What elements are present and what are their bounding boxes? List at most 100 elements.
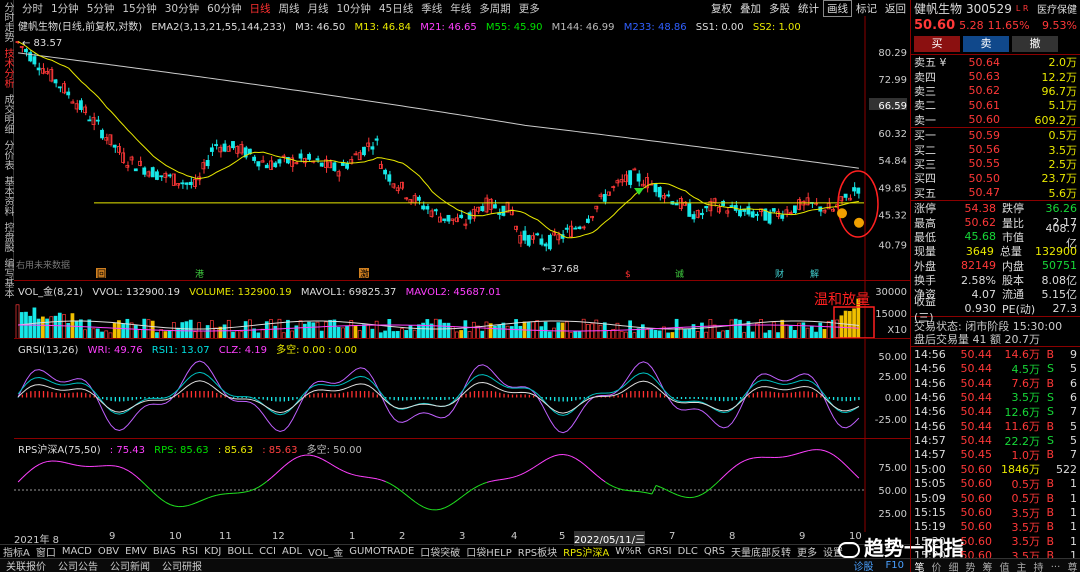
quote-tab[interactable]: 值 bbox=[996, 559, 1013, 572]
quote-tab[interactable]: 尊 bbox=[1064, 559, 1080, 572]
indicator-tab[interactable]: GRSI bbox=[645, 546, 675, 557]
indicator-tab[interactable]: 口袋突破 bbox=[417, 544, 463, 559]
period-tab[interactable]: 年线 bbox=[446, 1, 475, 16]
quote-tab[interactable]: 筹 bbox=[979, 559, 996, 572]
indicator-tab[interactable]: 指标A bbox=[0, 544, 33, 559]
toolbar-button[interactable]: 画线 bbox=[823, 0, 852, 17]
indicator-tab[interactable]: GUMOTRADE bbox=[346, 546, 417, 557]
toolbar-button[interactable]: 标记 bbox=[852, 1, 881, 16]
period-tab[interactable]: 1分钟 bbox=[47, 1, 83, 16]
kline-chart[interactable]: 80.29 72.99 66.59 60.32 54.84 49.85 45.32 40.79… bbox=[14, 16, 910, 280]
stat-value: 82149 bbox=[961, 259, 996, 273]
candle-body bbox=[666, 194, 671, 197]
cancel-order-button[interactable]: 撤 bbox=[1012, 36, 1058, 52]
toolbar-button[interactable]: 返回 bbox=[881, 1, 910, 16]
status-link[interactable]: 公司新闻 bbox=[104, 558, 156, 572]
volume-bar bbox=[19, 312, 24, 339]
indicator-tab[interactable]: OBV bbox=[95, 546, 122, 557]
left-tab[interactable]: 成交明细 bbox=[0, 92, 14, 136]
indicator-tab[interactable]: KDJ bbox=[201, 546, 224, 557]
quote-tab[interactable]: 价 bbox=[928, 559, 945, 572]
status-link[interactable]: 公司研报 bbox=[156, 558, 208, 572]
volume-panel[interactable]: VOL_金(8,21) VVOL: 132900.19 VOLUME: 1329… bbox=[14, 280, 910, 339]
indicator-tab[interactable]: 天量底部反转 bbox=[728, 544, 794, 559]
grsi-bar bbox=[807, 391, 809, 398]
rps-line-segment bbox=[474, 485, 479, 489]
tick-count: 6 bbox=[1070, 390, 1077, 404]
indicator-tab[interactable]: 口袋HELP bbox=[463, 544, 514, 559]
period-tab[interactable]: 5分钟 bbox=[83, 1, 119, 16]
indicator-tab[interactable]: QRS bbox=[701, 546, 728, 557]
stat-row: 外盘 82149 内盘 50751 bbox=[911, 258, 1080, 273]
grsi-bar bbox=[769, 391, 771, 398]
rps-line-segment bbox=[30, 466, 36, 471]
volume-chart[interactable]: 30000 15000 X10 bbox=[14, 281, 910, 339]
indicator-tab[interactable]: RPS沪深A bbox=[560, 544, 612, 559]
rps-line-segment bbox=[144, 483, 150, 489]
period-tab[interactable]: 15分钟 bbox=[118, 1, 160, 16]
left-tab[interactable]: 编写基本 bbox=[0, 256, 14, 300]
grsi-panel[interactable]: GRSI(13,26) WRI: 49.76 RSI1: 13.07 CLZ: … bbox=[14, 338, 910, 439]
indicator-tab[interactable]: RSI bbox=[179, 546, 201, 557]
grsi-bar bbox=[406, 397, 408, 401]
status-link[interactable]: 公司公告 bbox=[52, 558, 104, 572]
quote-tab[interactable]: 细 bbox=[945, 559, 962, 572]
indicator-tab[interactable]: VOL_金 bbox=[305, 544, 346, 559]
rps-panel[interactable]: RPS沪深A(75,50) : 75.43 RPS: 85.63 : 85.63… bbox=[14, 438, 910, 532]
tick-side: S bbox=[1047, 362, 1054, 376]
quote-tab[interactable]: 势 bbox=[962, 559, 979, 572]
period-tab[interactable]: 日线 bbox=[246, 1, 275, 16]
indicator-tab[interactable]: RPS板块 bbox=[515, 544, 560, 559]
period-tab[interactable]: 月线 bbox=[304, 1, 333, 16]
left-tab[interactable]: 控盘股 bbox=[0, 220, 14, 254]
period-tab[interactable]: 45日线 bbox=[375, 1, 417, 16]
rps-line-segment bbox=[317, 456, 323, 460]
indicator-tab[interactable]: EMV bbox=[122, 546, 150, 557]
status-button[interactable]: F10 bbox=[880, 560, 910, 571]
indicator-tab[interactable]: 更多 bbox=[794, 544, 820, 559]
left-tab[interactable]: 分价表 bbox=[0, 138, 14, 172]
indicator-tab[interactable]: MACD bbox=[59, 546, 95, 557]
kline-panel[interactable]: 健帆生物(日线,前复权,对数) EMA2(3,13,21,55,144,233)… bbox=[14, 16, 910, 280]
period-tab[interactable]: 10分钟 bbox=[333, 1, 375, 16]
toolbar-button[interactable]: 复权 bbox=[707, 1, 736, 16]
volume-bar bbox=[222, 324, 227, 339]
buy-button[interactable]: 买 bbox=[914, 36, 960, 52]
indicator-tab[interactable]: ADL bbox=[279, 546, 305, 557]
candle-body bbox=[657, 186, 662, 198]
toolbar-button[interactable]: 统计 bbox=[794, 1, 823, 16]
period-tab[interactable]: 季线 bbox=[417, 1, 446, 16]
period-tab[interactable]: 30分钟 bbox=[161, 1, 203, 16]
rps-chart[interactable]: 75.00 50.00 25.00 bbox=[14, 439, 910, 532]
period-tab[interactable]: 分时 bbox=[18, 1, 47, 16]
status-link[interactable]: 关联报价 bbox=[0, 558, 52, 572]
indicator-tab[interactable]: 窗口 bbox=[33, 544, 59, 559]
period-tab[interactable]: 周线 bbox=[275, 1, 304, 16]
left-tab[interactable]: 技术分析 bbox=[0, 46, 14, 90]
indicator-tab[interactable]: BOLL bbox=[224, 546, 256, 557]
volume-bar bbox=[28, 315, 33, 339]
indicator-tab[interactable]: DLC bbox=[675, 546, 701, 557]
indicator-tab[interactable]: W%R bbox=[612, 546, 644, 557]
rps-line-segment bbox=[508, 476, 513, 479]
grsi-chart[interactable]: 50.00 25.00 0.00 -25.00 bbox=[14, 339, 910, 439]
grsi-bar bbox=[490, 391, 493, 398]
quote-tab[interactable]: ... bbox=[1047, 559, 1064, 572]
sell-button[interactable]: 卖 bbox=[963, 36, 1009, 52]
left-tab[interactable]: 基本资料 bbox=[0, 174, 14, 218]
candle-body bbox=[843, 193, 848, 198]
quote-tab[interactable]: 持 bbox=[1030, 559, 1047, 572]
candle-body bbox=[767, 211, 772, 224]
indicator-tab[interactable]: BIAS bbox=[150, 546, 179, 557]
quote-tab[interactable]: 主 bbox=[1013, 559, 1030, 572]
quote-tab[interactable]: 笔 bbox=[911, 559, 928, 572]
toolbar-button[interactable]: 叠加 bbox=[736, 1, 765, 16]
rps-line-segment bbox=[131, 472, 137, 477]
stock-code: 300529 bbox=[966, 1, 1012, 16]
indicator-tab[interactable]: CCI bbox=[256, 546, 279, 557]
period-tab[interactable]: 更多 bbox=[515, 1, 544, 16]
toolbar-button[interactable]: 多股 bbox=[765, 1, 794, 16]
period-tab[interactable]: 60分钟 bbox=[203, 1, 245, 16]
period-tab[interactable]: 多周期 bbox=[475, 1, 515, 16]
left-tab[interactable]: 分时走势 bbox=[0, 0, 14, 44]
